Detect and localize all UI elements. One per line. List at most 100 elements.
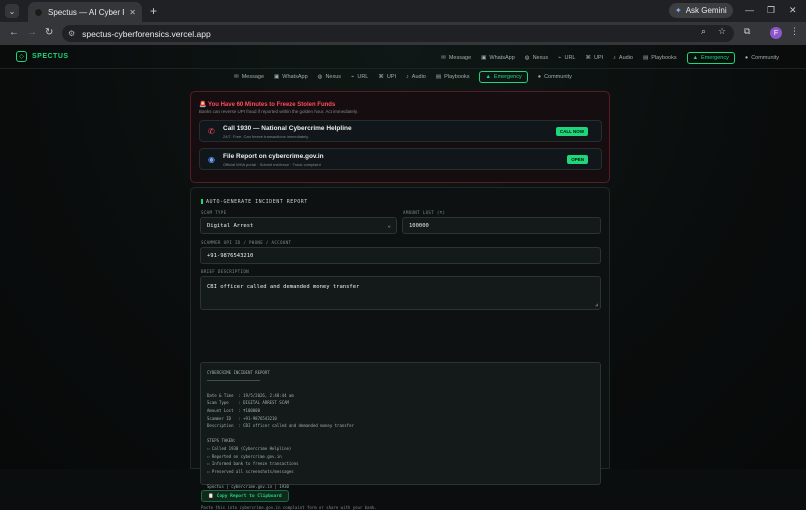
minimize-icon[interactable]: — — [745, 5, 754, 15]
forward-icon[interactable]: → — [27, 27, 37, 38]
report-output-line: ☐ Called 1930 (Cybercrime Helpline) — [207, 445, 292, 451]
subnav-item-label: Message — [241, 74, 265, 80]
extensions-icon[interactable]: ⧉ — [744, 26, 750, 37]
gemini-icon: ✦ — [675, 6, 682, 15]
nav-item-message[interactable]: ✉ Message — [441, 55, 471, 61]
report-output-line — [207, 430, 594, 438]
call-helpline-card[interactable]: ✆ Call 1930 — National Cybercrime Helpli… — [199, 120, 602, 142]
report-heading: AUTO-GENERATE INCIDENT REPORT — [201, 199, 308, 205]
nav-item-audio[interactable]: ♪ Audio — [613, 55, 633, 61]
subnav-item-label: Community — [544, 74, 572, 80]
file-report-card[interactable]: ◉ File Report on cybercrime.gov.in Offic… — [199, 148, 602, 170]
phone-icon: ✆ — [208, 127, 215, 136]
chevron-down-icon: ⌄ — [387, 222, 391, 229]
bookmark-star-icon[interactable]: ☆ — [718, 26, 726, 37]
profile-avatar[interactable]: F — [770, 27, 782, 39]
chrome-menu-icon[interactable]: ⋮ — [790, 26, 799, 37]
copy-report-button[interactable]: 📋 Copy Report to Clipboard — [201, 490, 289, 502]
subnav-item-audio[interactable]: ♪ Audio — [406, 74, 426, 80]
nav-item-whatsapp[interactable]: ▣ WhatsApp — [481, 55, 515, 61]
nav-item-emergency[interactable]: ▲ Emergency — [686, 52, 735, 64]
shield-icon: ◇ — [16, 51, 27, 62]
close-window-icon[interactable]: ✕ — [789, 5, 797, 16]
subnav-item-nexus[interactable]: ◍ Nexus — [318, 74, 341, 80]
amount-input[interactable]: 100000 — [402, 217, 601, 234]
resize-handle-icon[interactable]: ◢ — [595, 302, 598, 308]
amount-label: AMOUNT LOST (₹) — [403, 210, 446, 215]
browser-tab[interactable]: Spectus — AI Cyber Forensics P ✕ — [28, 2, 142, 22]
call-now-button[interactable]: CALL NOW — [555, 127, 588, 136]
favicon-icon — [34, 7, 43, 17]
nav-item-community[interactable]: ● Community — [745, 55, 779, 61]
incident-report-panel: AUTO-GENERATE INCIDENT REPORT SCAM TYPE … — [190, 187, 610, 510]
message-icon: ✉ — [441, 55, 446, 61]
maximize-icon[interactable]: ❐ — [767, 5, 775, 16]
nexus-icon: ◍ — [524, 55, 530, 61]
report-output-line: Scammer ID : +91-9876543210 — [207, 415, 277, 421]
scammer-id-input[interactable]: +91-9876543210 — [200, 247, 601, 264]
clipboard-icon: 📋 — [208, 493, 214, 499]
subnav-item-label: Playbooks — [444, 74, 470, 80]
audio-icon: ♪ — [406, 74, 409, 80]
logo[interactable]: ◇ SPECTUS — [16, 51, 69, 62]
url-text[interactable]: spectus-cyberforensics.vercel.app — [82, 29, 211, 39]
globe-icon: ◉ — [208, 155, 215, 164]
subnav-item-url[interactable]: ⌁ URL — [351, 74, 368, 80]
report-output-line: ────────────────────── — [207, 377, 260, 383]
audio-icon: ♪ — [613, 55, 616, 61]
nav-item-playbooks[interactable]: ▤ Playbooks — [643, 55, 677, 61]
nexus-icon: ◍ — [317, 74, 323, 80]
sub-nav-links: ✉ Message ▣ WhatsApp ◍ Nexus ⌁ URL ⌘ UPI ♪ Audio ▤ Pl… — [0, 70, 806, 84]
subnav-item-emergency[interactable]: ▲ Emergency — [479, 71, 528, 83]
nav-item-url[interactable]: ⌁ URL — [558, 55, 575, 61]
new-tab-button[interactable]: + — [150, 4, 157, 18]
copy-report-label: Copy Report to Clipboard — [216, 493, 282, 499]
address-bar: ← → ↻ ⚙ spectus-cyberforensics.vercel.ap… — [0, 22, 806, 45]
nav-item-upi[interactable]: ⌘ UPI — [585, 55, 603, 61]
subnav-item-label: WhatsApp — [282, 74, 308, 80]
report-output-line — [207, 475, 594, 483]
alert-subtext: Banks can reverse UPI fraud if reported … — [199, 109, 358, 114]
description-textarea[interactable]: CBI officer called and demanded money tr… — [200, 276, 601, 310]
subnav-item-label: Emergency — [493, 74, 522, 80]
top-navbar: ◇ SPECTUS ✉ Message ▣ WhatsApp ◍ Nexus ⌁ URL ⌘ UP… — [0, 45, 806, 69]
site-info-icon[interactable]: ⚙ — [68, 29, 75, 38]
file-report-desc: Official MHA portal · Submit evidence · … — [223, 162, 321, 167]
nav-item-label: URL — [564, 55, 576, 61]
subnav-item-community[interactable]: ● Community — [538, 74, 572, 80]
back-icon[interactable]: ← — [9, 27, 19, 38]
report-output-line: Amount Lost : ₹100000 — [207, 407, 260, 413]
reload-icon[interactable]: ↻ — [45, 27, 53, 38]
omnibox[interactable]: ⚙ spectus-cyberforensics.vercel.app — [62, 25, 734, 42]
open-portal-button[interactable]: OPEN — [567, 155, 588, 164]
description-label: BRIEF DESCRIPTION — [201, 269, 249, 274]
subnav-item-label: Audio — [411, 74, 426, 80]
report-output-line: STEPS TAKEN: — [207, 438, 236, 444]
scam-type-value: Digital Arrest — [207, 222, 254, 229]
report-footer-note: Paste this into cybercrime.gov.in compla… — [201, 505, 377, 510]
zoom-icon[interactable]: ⌕ — [701, 26, 706, 37]
subnav-item-whatsapp[interactable]: ▣ WhatsApp — [274, 74, 308, 80]
description-value: CBI officer called and demanded money tr… — [207, 284, 360, 290]
subnav-item-upi[interactable]: ⌘ UPI — [378, 74, 396, 80]
subnav-item-message[interactable]: ✉ Message — [234, 74, 264, 80]
scam-type-select[interactable]: Digital Arrest ⌄ — [200, 217, 397, 234]
report-output-line: ☐ Informed bank to freeze transactions — [207, 461, 299, 467]
subnav-item-playbooks[interactable]: ▤ Playbooks — [436, 74, 470, 80]
emergency-icon: ▲ — [485, 74, 491, 80]
playbooks-icon: ▤ — [642, 55, 649, 61]
tab-search-icon[interactable]: ⌄ — [5, 4, 19, 18]
report-output[interactable]: CYBERCRIME INCIDENT REPORT ──────────────… — [200, 362, 601, 489]
heading-accent — [201, 199, 203, 204]
alert-heading: 🚨 You Have 60 Minutes to Freeze Stolen F… — [199, 101, 335, 108]
call-helpline-title: Call 1930 — National Cybercrime Helpline — [223, 125, 352, 132]
tab-close-icon[interactable]: ✕ — [129, 8, 136, 17]
message-icon: ✉ — [234, 74, 239, 80]
nav-item-label: Community — [751, 55, 779, 61]
nav-item-nexus[interactable]: ◍ Nexus — [525, 55, 548, 61]
subnav-item-label: URL — [357, 74, 369, 80]
golden-hour-alert: 🚨 You Have 60 Minutes to Freeze Stolen F… — [190, 91, 610, 183]
ask-gemini-button[interactable]: ✦ Ask Gemini — [669, 3, 733, 18]
scammer-id-label: SCAMMER UPI ID / PHONE / ACCOUNT — [201, 240, 292, 245]
report-output-line: CYBERCRIME INCIDENT REPORT — [207, 370, 270, 375]
